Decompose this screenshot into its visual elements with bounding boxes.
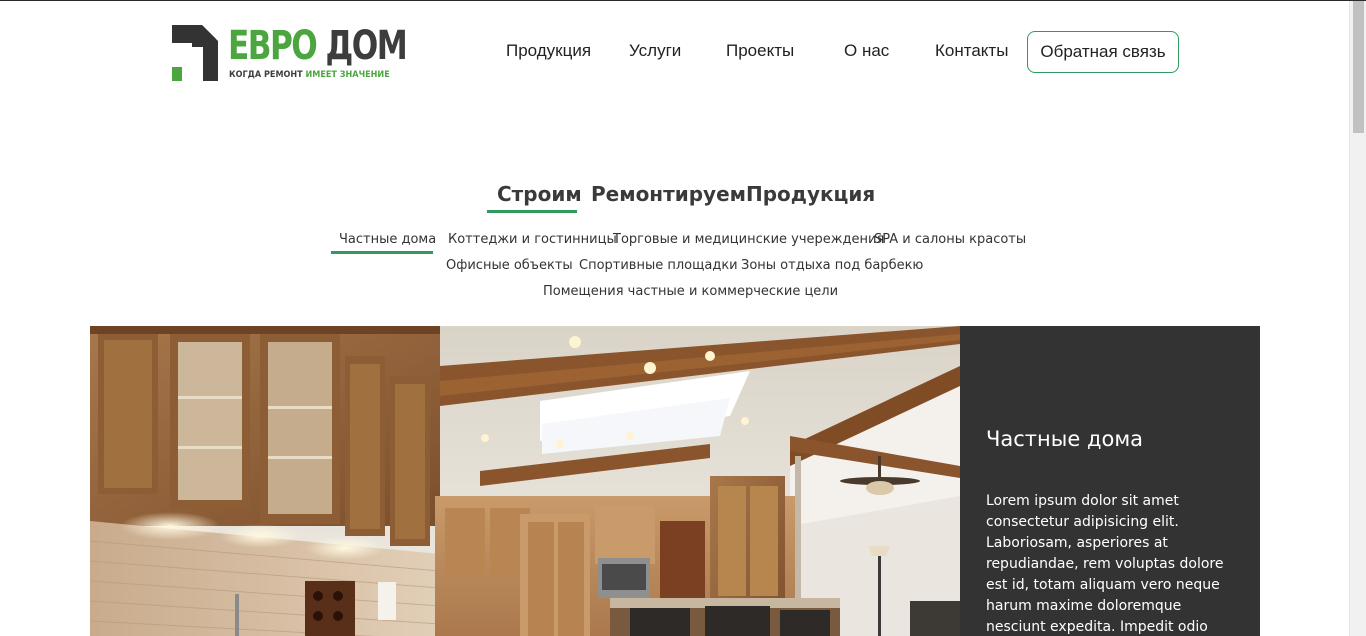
logo-tagline-part1: КОГДА РЕМОНТ [229, 70, 306, 80]
logo-title-evro: ЕВРО [228, 23, 318, 69]
subtab-private-commercial[interactable]: Помещения частные и коммерческие цели [543, 284, 838, 299]
logo-title: ЕВРО ДОМ [228, 23, 408, 69]
tab-repair[interactable]: Ремонтируем [591, 182, 746, 206]
subtab-sports[interactable]: Спортивные площадки [579, 258, 738, 273]
subtab-office[interactable]: Офисные объекты [446, 258, 573, 273]
info-description: Lorem ipsum dolor sit amet consectetur a… [986, 493, 1224, 635]
hero-image [90, 326, 960, 636]
page: ЕВРО ДОМ КОГДА РЕМОНТ ИМЕЕТ ЗНАЧЕНИЕ Про… [0, 0, 1366, 636]
nav-link-about[interactable]: О нас [844, 41, 889, 61]
logo-tagline: КОГДА РЕМОНТ ИМЕЕТ ЗНАЧЕНИЕ [229, 70, 390, 80]
feedback-button[interactable]: Обратная связь [1027, 31, 1179, 73]
logo-title-dom: ДОМ [325, 23, 408, 69]
house-logo-icon [172, 25, 218, 81]
subtab-private-houses[interactable]: Частные дома [339, 232, 436, 247]
subtab-retail-medical[interactable]: Торговые и медицинские учереждения [613, 232, 884, 247]
kitchen-interior-image [90, 326, 960, 636]
logo-tagline-part2: ИМЕЕТ ЗНАЧЕНИЕ [305, 70, 390, 80]
active-tab-indicator [487, 210, 577, 213]
active-subtab-indicator [331, 251, 433, 254]
subtab-cottages-hotels[interactable]: Коттеджи и гостинницы [448, 232, 617, 247]
page-scrollbar[interactable] [1349, 1, 1366, 636]
nav-link-products[interactable]: Продукция [506, 41, 591, 61]
nav-link-projects[interactable]: Проекты [726, 41, 794, 61]
tab-build[interactable]: Строим [497, 182, 582, 206]
nav-link-contacts[interactable]: Контакты [935, 41, 1008, 61]
logo[interactable]: ЕВРО ДОМ КОГДА РЕМОНТ ИМЕЕТ ЗНАЧЕНИЕ [172, 23, 408, 83]
info-title: Частные дома [986, 427, 1144, 451]
nav-link-services[interactable]: Услуги [629, 41, 681, 61]
scrollbar-thumb[interactable] [1353, 1, 1364, 133]
tab-products[interactable]: Продукция [746, 182, 875, 206]
subtab-bbq[interactable]: Зоны отдыха под барбекю [741, 258, 923, 273]
subtab-spa-salons[interactable]: SPA и салоны красоты [874, 232, 1026, 247]
info-panel: Частные дома Lorem ipsum dolor sit amet … [960, 326, 1260, 636]
